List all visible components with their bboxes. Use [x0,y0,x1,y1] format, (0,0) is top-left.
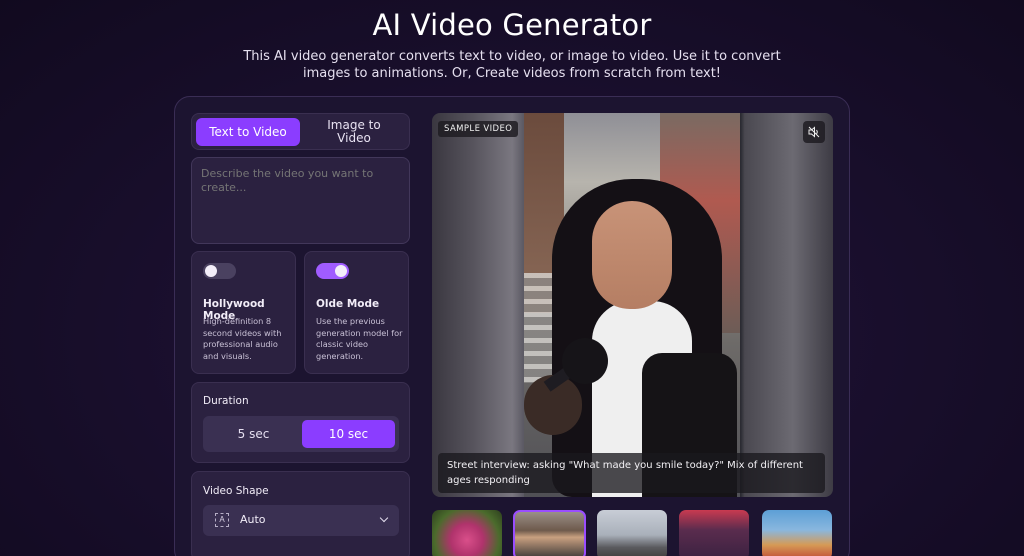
chevron-down-icon [379,513,389,523]
video-shape-select[interactable]: A Auto [203,505,399,536]
mute-button[interactable] [803,121,825,143]
dog-thumbnail[interactable] [762,510,832,556]
hollywood-mode-toggle[interactable] [203,263,236,279]
aspect-ratio-icon: A [215,513,229,527]
sample-video-badge: SAMPLE VIDEO [438,121,519,137]
video-shape-card: Video Shape A Auto [191,471,410,556]
anime-character-thumbnail[interactable] [679,510,749,556]
person-face [592,201,672,309]
tab-text-to-video[interactable]: Text to Video [196,118,300,146]
page-subtitle: This AI video generator converts text to… [243,49,781,81]
olde-mode-card[interactable]: Olde Mode Use the previous generation mo… [304,251,409,374]
hollywood-mode-card[interactable]: Hollywood Mode High-definition 8 second … [191,251,296,374]
olde-mode-toggle[interactable] [316,263,349,279]
car-thumbnail[interactable] [597,510,667,556]
toggle-knob [205,265,217,277]
toggle-knob [335,265,347,277]
olde-mode-description: Use the previous generation model for cl… [316,316,403,361]
tab-image-to-video[interactable]: Image to Video [304,118,404,146]
speaker-muted-icon [808,126,820,138]
sample-video-player[interactable]: SAMPLE VIDEO Street interview: asking "W… [432,113,833,497]
duration-option-5-sec[interactable]: 5 sec [207,420,300,448]
video-caption: Street interview: asking "What made you … [438,453,825,493]
hollywood-mode-description: High-definition 8 second videos with pro… [203,316,282,361]
video-shape-label: Video Shape [203,485,269,497]
rose-thumbnail[interactable] [432,510,502,556]
page-title: AI Video Generator [372,8,652,42]
prompt-input[interactable] [191,157,410,244]
duration-selector: 5 sec 10 sec [203,416,399,452]
duration-label: Duration [203,395,249,407]
mode-tabs: Text to Video Image to Video [191,113,410,150]
olde-mode-title: Olde Mode [316,298,380,310]
duration-card: Duration 5 sec 10 sec [191,382,410,463]
street-interview-thumbnail[interactable] [513,510,586,556]
duration-option-10-sec[interactable]: 10 sec [302,420,395,448]
microphone [562,338,608,384]
video-shape-value: Auto [240,513,266,526]
